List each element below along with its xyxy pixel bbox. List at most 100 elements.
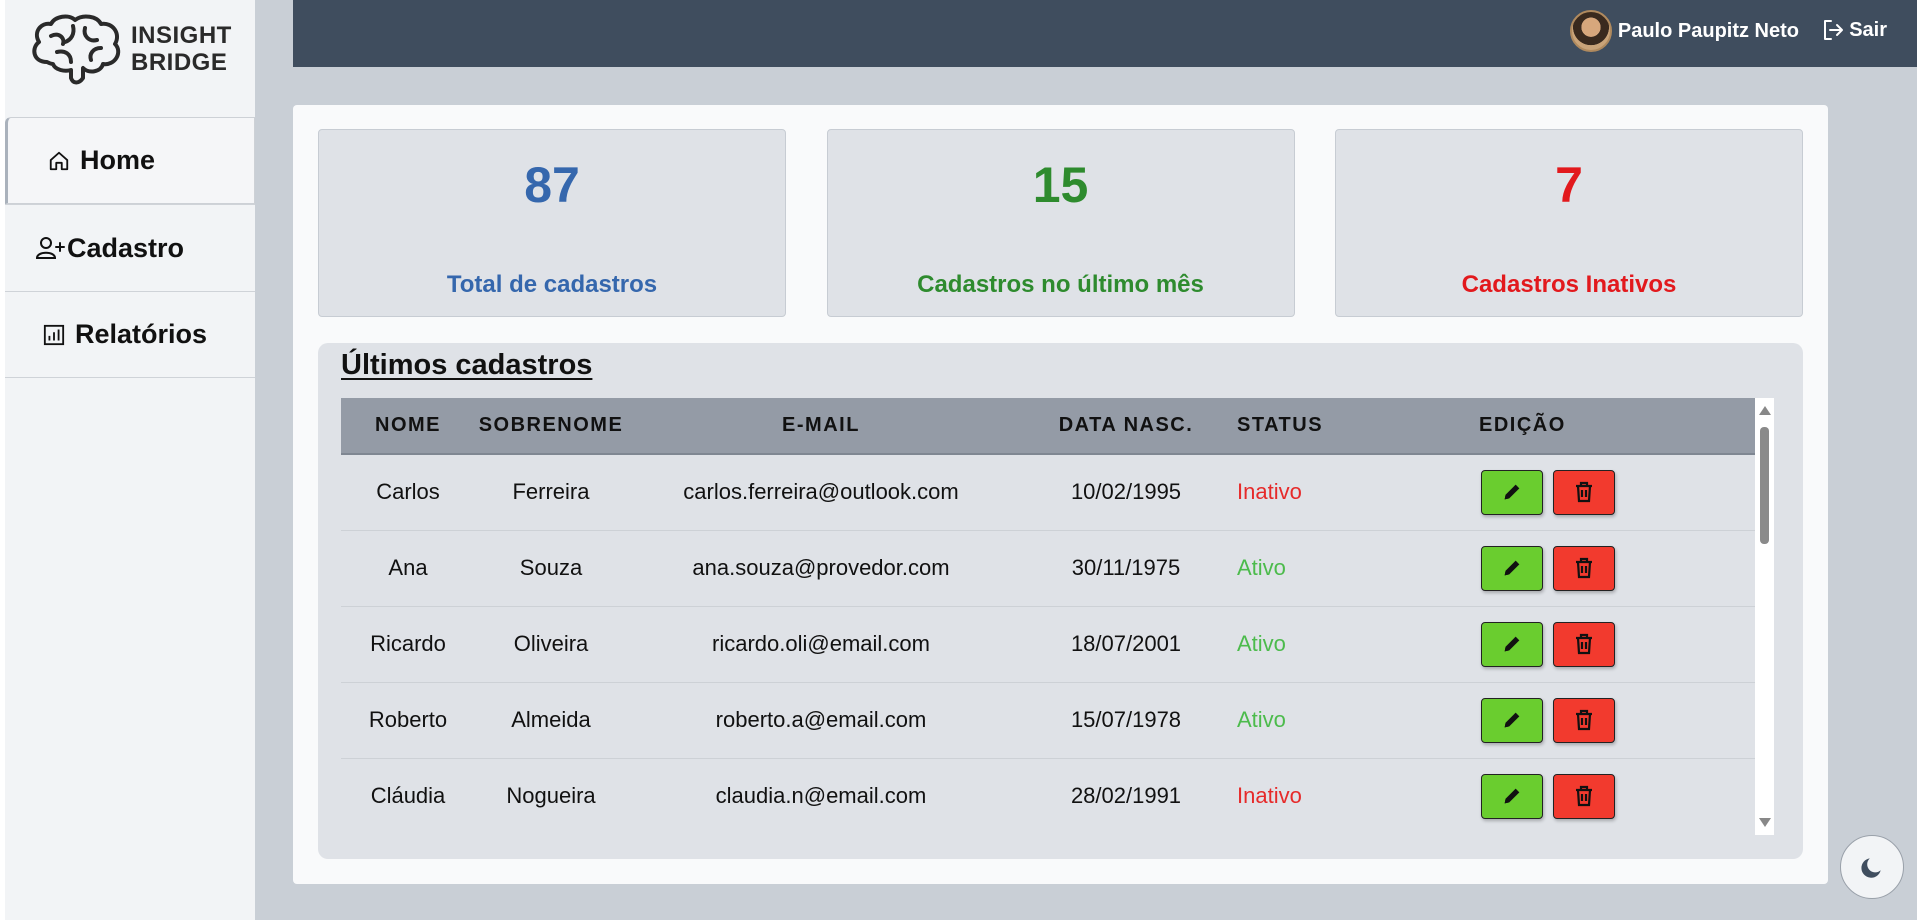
column-header: NOME bbox=[375, 414, 441, 436]
main-content: 87 Total de cadastros 15 Cadastros no úl… bbox=[293, 105, 1828, 884]
delete-button[interactable] bbox=[1553, 545, 1615, 591]
sidebar-item-home[interactable]: Home bbox=[5, 117, 255, 204]
user-profile[interactable]: Paulo Paupitz Neto bbox=[1569, 10, 1799, 52]
stats-cards: 87 Total de cadastros 15 Cadastros no úl… bbox=[318, 129, 1803, 317]
stat-label: Cadastros no último mês bbox=[917, 271, 1204, 298]
cell-actions bbox=[1479, 530, 1755, 606]
trash-icon bbox=[1576, 709, 1592, 731]
table-scrollbar[interactable] bbox=[1755, 398, 1774, 835]
column-header: SOBRENOME bbox=[478, 414, 624, 436]
stat-card-inactive: 7 Cadastros Inativos bbox=[1335, 129, 1803, 317]
report-icon bbox=[39, 320, 69, 350]
sidebar-item-label: Home bbox=[80, 145, 156, 175]
brand-line-1: INSIGHT bbox=[131, 22, 232, 49]
sidebar-item-cadastro[interactable]: Cadastro bbox=[5, 204, 255, 291]
cell-sobrenome: Nogueira bbox=[506, 783, 596, 809]
scroll-down-arrow-icon[interactable] bbox=[1759, 818, 1771, 827]
delete-button[interactable] bbox=[1553, 773, 1615, 819]
logout-button[interactable]: Sair bbox=[1821, 18, 1887, 42]
trash-icon bbox=[1576, 557, 1592, 579]
stat-label: Total de cadastros bbox=[446, 271, 658, 298]
brain-icon bbox=[32, 14, 121, 85]
top-header: Paulo Paupitz Neto Sair bbox=[293, 0, 1917, 67]
cell-nome: Carlos bbox=[376, 479, 440, 505]
trash-icon bbox=[1576, 633, 1592, 655]
table-row: Roberto Almeida roberto.a@email.com 15/0… bbox=[341, 682, 1755, 758]
cell-data-nasc: 15/07/1978 bbox=[1070, 707, 1182, 732]
cell-nome: Ricardo bbox=[370, 631, 446, 656]
pencil-icon bbox=[1504, 636, 1520, 652]
cell-email: ricardo.oli@email.com bbox=[712, 631, 930, 656]
cell-sobrenome: Ferreira bbox=[512, 479, 590, 505]
edit-button[interactable] bbox=[1481, 773, 1543, 819]
column-header: EDIÇÃO bbox=[1479, 414, 1566, 436]
sidebar-nav: Home Cadastro Relatórios bbox=[5, 117, 255, 378]
table-row: Ricardo Oliveira ricardo.oli@email.com 1… bbox=[341, 606, 1755, 682]
stat-card-total: 87 Total de cadastros bbox=[318, 129, 786, 317]
pencil-icon bbox=[1504, 712, 1520, 728]
cell-nome: Roberto bbox=[368, 707, 448, 732]
delete-button[interactable] bbox=[1553, 621, 1615, 667]
registrations-table: NOME SOBRENOME E-MAIL DATA NASC. STATUS … bbox=[341, 398, 1755, 834]
avatar bbox=[1569, 10, 1612, 52]
cell-data-nasc: 30/11/1975 bbox=[1071, 555, 1181, 580]
cell-status: Ativo bbox=[1237, 631, 1286, 656]
scroll-up-arrow-icon[interactable] bbox=[1759, 406, 1771, 415]
pencil-icon bbox=[1504, 560, 1520, 576]
cell-actions bbox=[1479, 758, 1755, 834]
delete-button[interactable] bbox=[1553, 697, 1615, 743]
table-scroll-area[interactable]: NOME SOBRENOME E-MAIL DATA NASC. STATUS … bbox=[341, 398, 1755, 835]
cell-email: roberto.a@email.com bbox=[715, 707, 927, 732]
column-header: DATA NASC. bbox=[1058, 414, 1194, 436]
cell-email: ana.souza@provedor.com bbox=[692, 555, 950, 580]
table-row: Ana Souza ana.souza@provedor.com 30/11/1… bbox=[341, 530, 1755, 606]
edit-button[interactable] bbox=[1481, 621, 1543, 667]
sidebar-item-relatorios[interactable]: Relatórios bbox=[5, 291, 255, 378]
edit-button[interactable] bbox=[1481, 697, 1543, 743]
column-header: E-MAIL bbox=[782, 414, 860, 436]
logout-icon bbox=[1824, 20, 1844, 40]
stat-card-last-month: 15 Cadastros no último mês bbox=[826, 129, 1295, 317]
stat-value: 15 bbox=[1032, 157, 1089, 213]
stat-value: 7 bbox=[1555, 157, 1583, 213]
logo: INSIGHT BRIDGE bbox=[27, 12, 232, 86]
pencil-icon bbox=[1504, 788, 1520, 804]
cell-nome: Ana bbox=[388, 555, 428, 580]
table-row: Carlos Ferreira carlos.ferreira@outlook.… bbox=[341, 454, 1755, 530]
cell-sobrenome: Oliveira bbox=[513, 631, 589, 656]
cell-actions bbox=[1479, 454, 1755, 530]
cell-status: Inativo bbox=[1237, 479, 1302, 505]
cell-sobrenome: Almeida bbox=[511, 707, 591, 732]
stat-value: 87 bbox=[524, 157, 580, 213]
theme-toggle-button[interactable] bbox=[1840, 835, 1904, 899]
logout-label: Sair bbox=[1849, 18, 1887, 41]
edit-button[interactable] bbox=[1481, 545, 1543, 591]
sidebar-item-label: Cadastro bbox=[67, 232, 185, 263]
stat-label: Cadastros Inativos bbox=[1461, 271, 1677, 298]
column-header: STATUS bbox=[1237, 414, 1324, 436]
recent-registrations-panel: Últimos cadastros NOME SOBRENOME E-MAIL … bbox=[318, 343, 1803, 859]
cell-data-nasc: 10/02/1995 bbox=[1070, 479, 1182, 505]
cell-email: carlos.ferreira@outlook.com bbox=[683, 479, 959, 505]
edit-button[interactable] bbox=[1481, 469, 1543, 515]
cell-status: Inativo bbox=[1237, 783, 1302, 809]
cell-nome: Cláudia bbox=[370, 783, 446, 809]
brand-line-2: BRIDGE bbox=[131, 49, 228, 76]
cell-sobrenome: Souza bbox=[519, 555, 583, 580]
table-header-row: NOME SOBRENOME E-MAIL DATA NASC. STATUS … bbox=[341, 398, 1755, 454]
cell-status: Ativo bbox=[1237, 555, 1286, 580]
table-title: Últimos cadastros bbox=[341, 349, 593, 381]
table-row: Cláudia Nogueira claudia.n@email.com 28/… bbox=[341, 758, 1755, 834]
user-plus-icon bbox=[35, 233, 65, 263]
cell-data-nasc: 28/02/1991 bbox=[1070, 783, 1182, 809]
pencil-icon bbox=[1504, 484, 1520, 500]
cell-data-nasc: 18/07/2001 bbox=[1070, 631, 1182, 656]
cell-actions bbox=[1479, 682, 1755, 758]
sidebar: INSIGHT BRIDGE Home Cadastro Relatórios bbox=[0, 0, 255, 920]
scrollbar-thumb[interactable] bbox=[1760, 427, 1769, 544]
delete-button[interactable] bbox=[1553, 469, 1615, 515]
cell-status: Ativo bbox=[1237, 707, 1286, 732]
moon-icon bbox=[1861, 858, 1881, 878]
home-icon bbox=[44, 146, 74, 176]
user-name: Paulo Paupitz Neto bbox=[1617, 19, 1799, 42]
